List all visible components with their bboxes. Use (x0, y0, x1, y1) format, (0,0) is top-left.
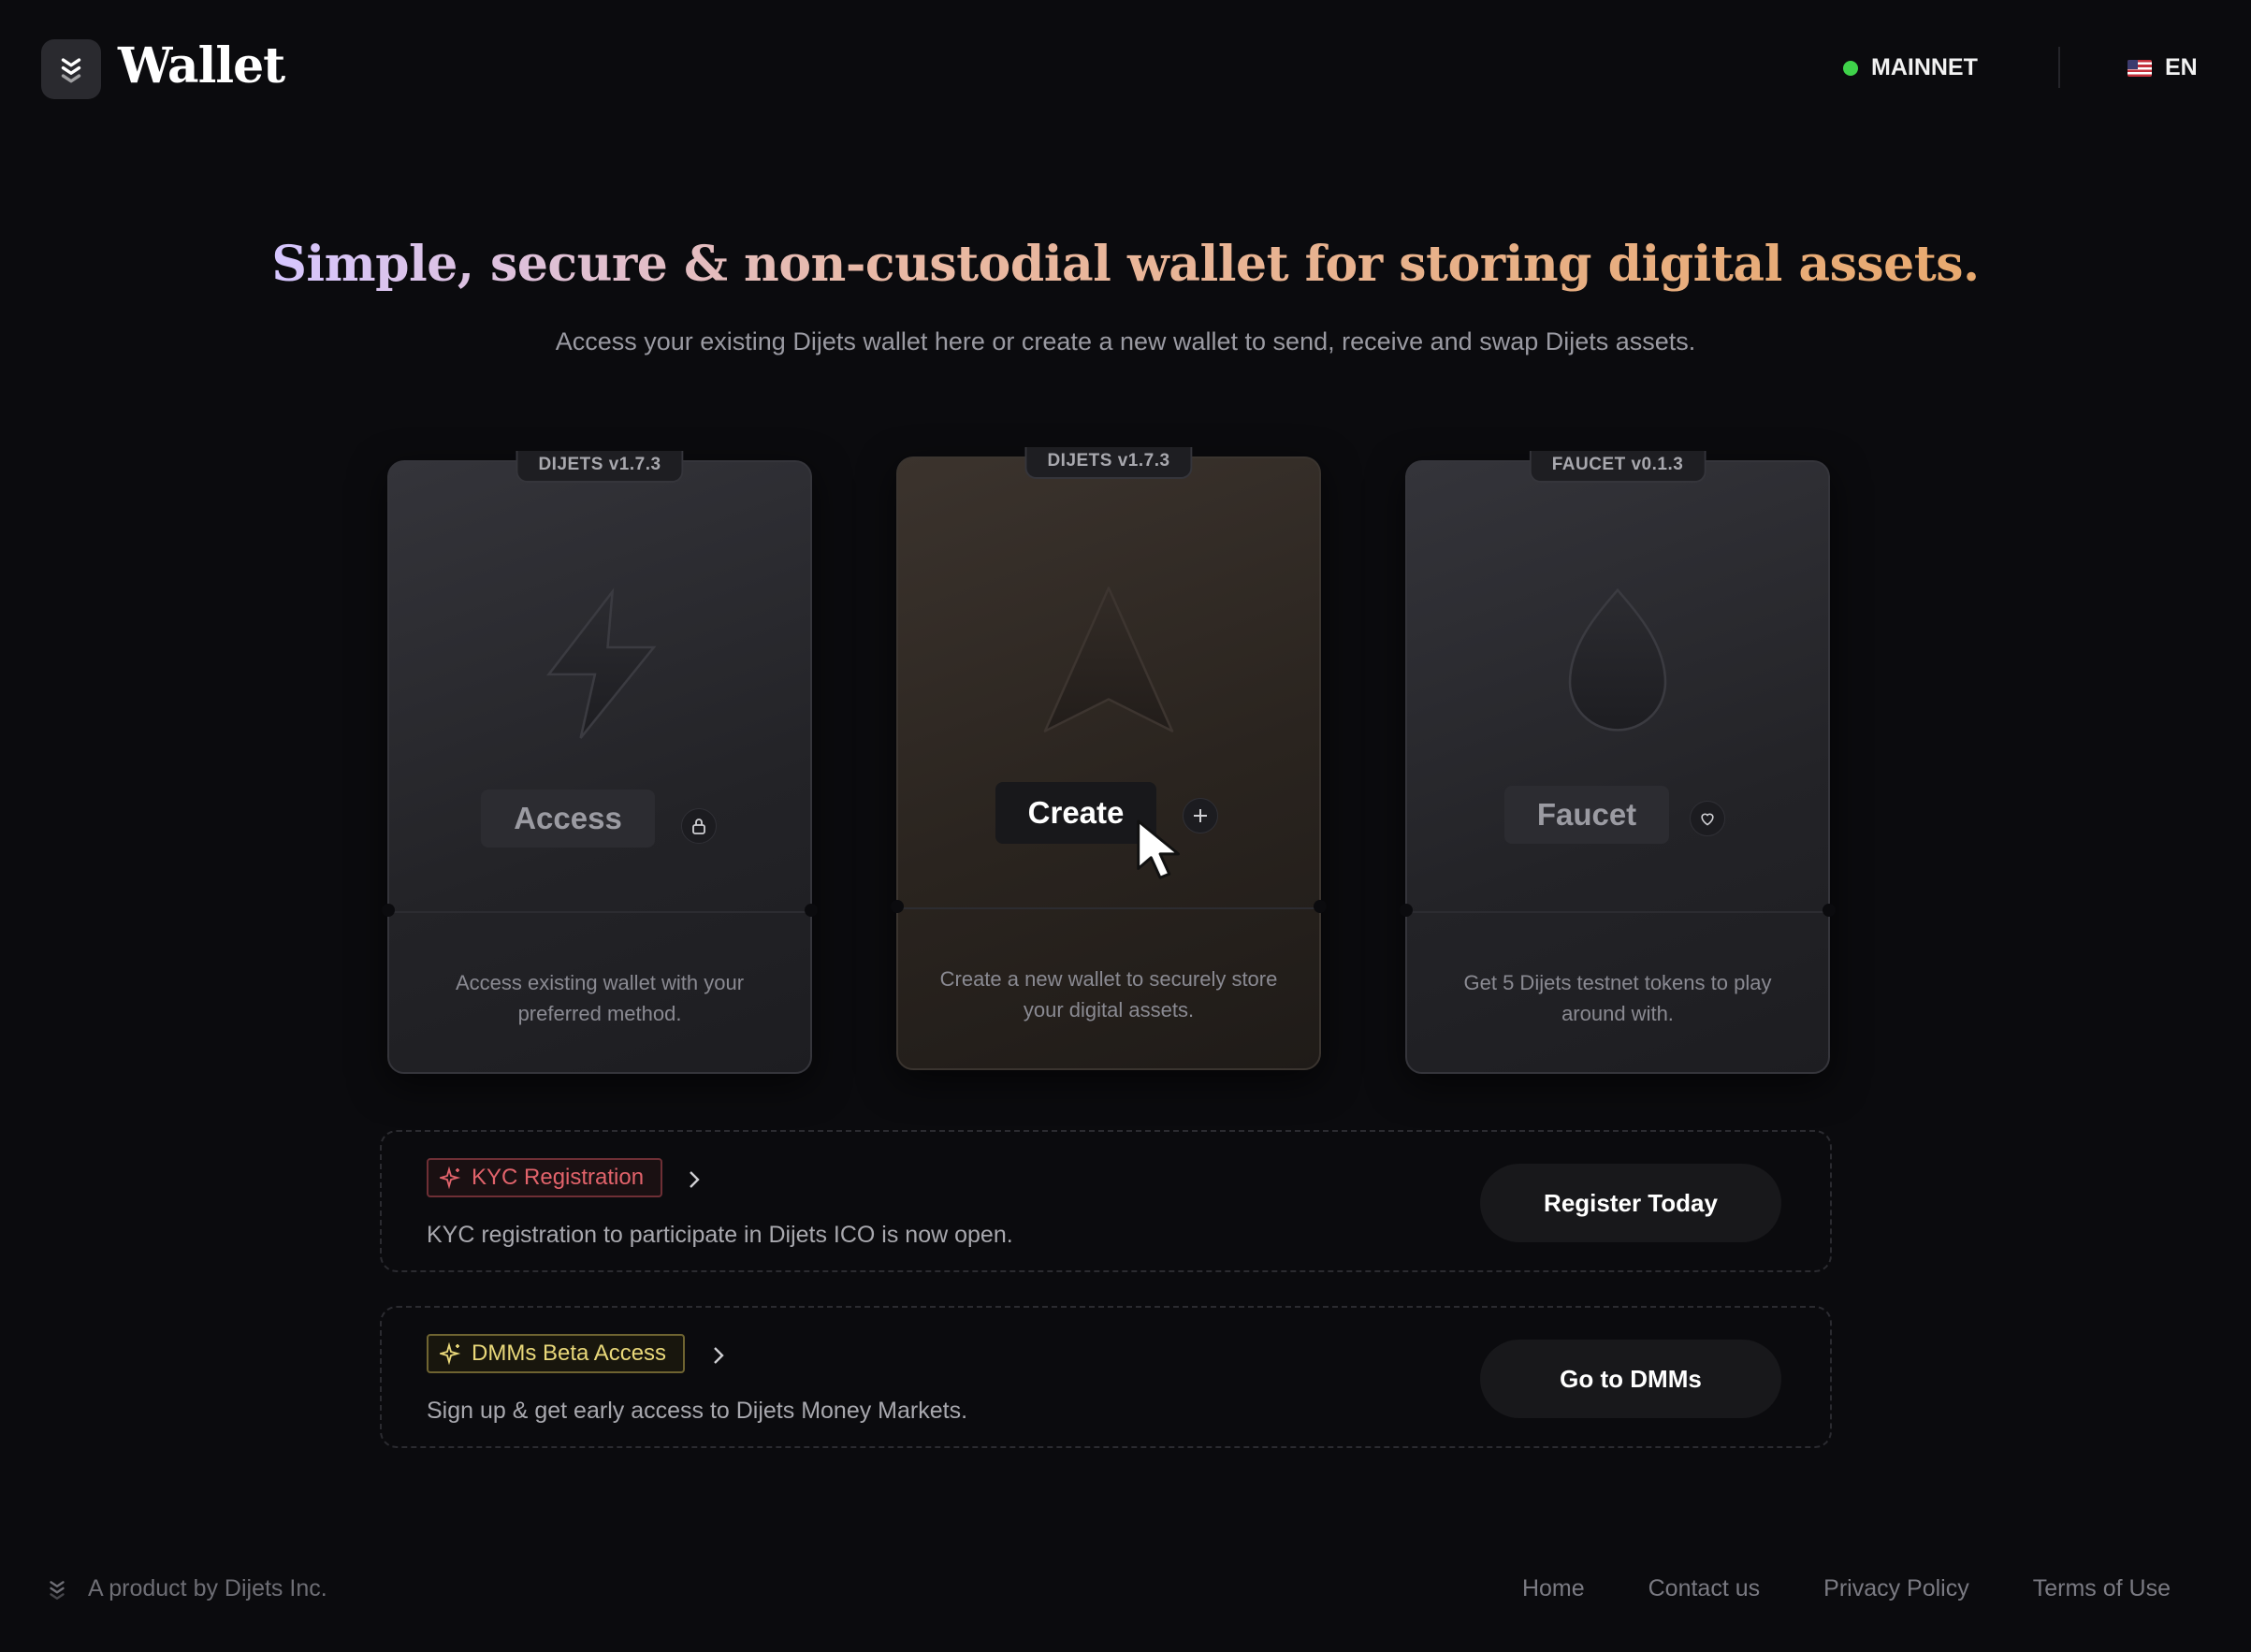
sparkle-icon (440, 1167, 461, 1189)
card-divider (389, 911, 810, 913)
layers-logo-icon (50, 1580, 65, 1600)
card-divider (898, 907, 1319, 909)
register-today-button[interactable]: Register Today (1480, 1164, 1781, 1242)
layers-logo-icon[interactable] (41, 39, 101, 99)
heart-icon[interactable] (1690, 801, 1725, 836)
lightning-icon (546, 587, 657, 739)
footer-link-privacy[interactable]: Privacy Policy (1823, 1575, 1969, 1602)
header-divider (2058, 47, 2060, 88)
access-button[interactable]: Access (481, 790, 655, 848)
footer-link-terms[interactable]: Terms of Use (2033, 1575, 2171, 1602)
card-version-tag: DIJETS v1.7.3 (1024, 447, 1193, 479)
card-notch (891, 900, 904, 913)
footer-link-home[interactable]: Home (1522, 1575, 1585, 1602)
network-indicator[interactable]: MAINNET (1843, 54, 1978, 81)
network-status-dot (1843, 60, 1858, 76)
language-selector[interactable]: EN (2128, 54, 2198, 81)
card-description: Access existing wallet with your preferr… (455, 971, 745, 1025)
page: Wallet MAINNET EN Simple, secure & non-c… (0, 0, 2251, 1652)
faucet-button[interactable]: Faucet (1504, 786, 1669, 844)
navigation-arrow-icon (1043, 587, 1174, 732)
dmms-description: Sign up & get early access to Dijets Mon… (427, 1398, 968, 1424)
dmms-promo: DMMs Beta Access Sign up & get early acc… (380, 1306, 1832, 1448)
card-notch (1314, 900, 1327, 913)
faucet-card[interactable]: FAUCET v0.1.3 Faucet Get 5 Dijets testne… (1400, 451, 1836, 1074)
card-description: Get 5 Dijets testnet tokens to play arou… (1463, 971, 1772, 1025)
kyc-description: KYC registration to participate in Dijet… (427, 1222, 1013, 1248)
sparkle-icon (440, 1342, 461, 1365)
card-divider (1407, 911, 1828, 913)
language-label: EN (2165, 54, 2198, 80)
droplet-icon (1568, 587, 1667, 732)
create-button[interactable]: Create (995, 782, 1156, 844)
page-headline: Simple, secure & non-custodial wallet fo… (271, 236, 1980, 293)
lock-icon[interactable] (681, 808, 717, 844)
chevron-right-icon[interactable] (711, 1343, 726, 1373)
dmms-badge[interactable]: DMMs Beta Access (427, 1334, 686, 1373)
mouse-cursor-icon (1137, 819, 1180, 879)
create-card[interactable]: DIJETS v1.7.3 Create Create a new wallet… (891, 447, 1327, 1070)
card-notch (1400, 904, 1413, 917)
card-notch (1823, 904, 1836, 917)
network-label: MAINNET (1871, 54, 1978, 80)
access-card[interactable]: DIJETS v1.7.3 Access Access existing wal… (382, 451, 818, 1074)
kyc-badge-label: KYC Registration (472, 1165, 645, 1190)
kyc-promo: KYC Registration KYC registration to par… (380, 1130, 1832, 1272)
footer-product-text: A product by Dijets Inc. (88, 1575, 327, 1601)
dmms-badge-label: DMMs Beta Access (472, 1340, 667, 1366)
chevron-right-icon[interactable] (687, 1167, 702, 1197)
card-description: Create a new wallet to securely store yo… (939, 967, 1278, 1022)
card-notch (805, 904, 818, 917)
brand-title[interactable]: Wallet (118, 37, 285, 94)
footer-credit: A product by Dijets Inc. (45, 1575, 327, 1602)
go-to-dmms-button[interactable]: Go to DMMs (1480, 1340, 1781, 1418)
us-flag-icon (2128, 59, 2152, 77)
footer-link-contact[interactable]: Contact us (1648, 1575, 1761, 1602)
card-version-tag: DIJETS v1.7.3 (516, 451, 684, 483)
card-notch (382, 904, 395, 917)
card-version-tag: FAUCET v0.1.3 (1529, 451, 1706, 483)
page-subheading: Access your existing Dijets wallet here … (555, 327, 1696, 355)
footer-links: Home Contact us Privacy Policy Terms of … (1522, 1575, 2171, 1602)
kyc-badge[interactable]: KYC Registration (427, 1158, 663, 1197)
